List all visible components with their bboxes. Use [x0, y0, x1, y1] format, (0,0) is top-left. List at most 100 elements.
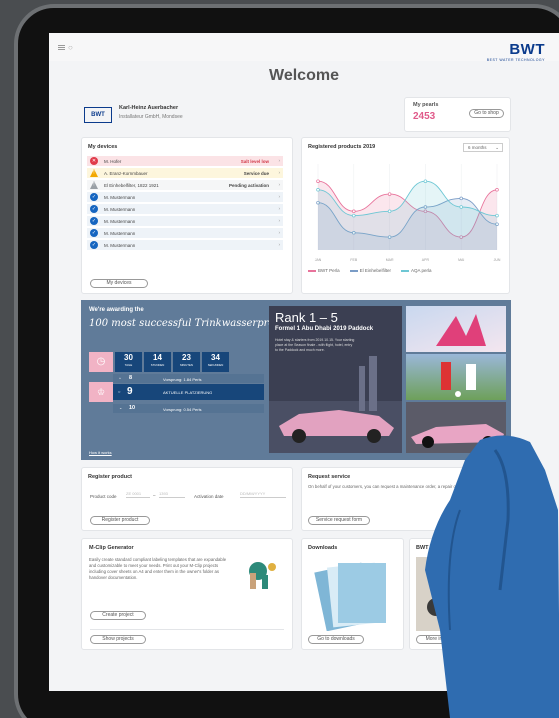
x-tick-label: APR	[422, 258, 430, 262]
registered-products-card: Registered products 2019 6 months ⌄ JAN F…	[301, 137, 510, 294]
banner-subtitle: We're awarding the	[89, 307, 144, 313]
user-name: Karl-Heinz Auerbacher	[119, 105, 179, 111]
service-request-button[interactable]: Service request form	[308, 516, 370, 525]
device-row[interactable]: ✓ M. Mustermann ›	[87, 204, 283, 214]
check-icon: ✓	[90, 217, 98, 225]
data-point[interactable]	[387, 209, 392, 214]
legend-label: BWT Perla	[318, 268, 340, 273]
chevron-right-icon: ›	[278, 242, 281, 247]
warning-icon: !	[90, 181, 98, 189]
data-point[interactable]	[352, 213, 356, 218]
user-icon[interactable]: ○	[68, 43, 73, 52]
go-to-downloads-button[interactable]: Go to downloads	[308, 635, 364, 644]
device-row[interactable]: ! El Einhebelfilter, 1822 1921 Pending act…	[87, 180, 283, 190]
go-to-shop-button[interactable]: Go to shop	[469, 109, 504, 118]
legend-label: AQA perla	[410, 268, 432, 273]
countdown-label: TAGE	[124, 363, 133, 367]
device-row[interactable]: ✓ M. Mustermann ›	[87, 240, 283, 250]
person-shirt-image	[425, 435, 559, 718]
rank-prize-panel: Rank 1 – 5 Formel 1 Abu Dhabi 2019 Paddo…	[269, 306, 402, 453]
legend-swatch	[349, 269, 358, 272]
device-row[interactable]: ! A. Eranz-Kornmbauer Service due ›	[87, 168, 283, 178]
legend-item: BWT Perla	[308, 268, 340, 273]
period-select[interactable]: 6 months ⌄	[463, 143, 503, 152]
chevron-right-icon: ›	[278, 218, 281, 223]
show-projects-button[interactable]: Show projects	[90, 635, 146, 644]
device-status: Pending activation	[228, 183, 269, 188]
pearls-label: My pearls	[413, 102, 439, 108]
service-title: Request service	[308, 474, 351, 480]
data-point[interactable]	[423, 179, 428, 183]
current-rank-row: ○ 9 AKTUELLE PLATZIERUNG	[113, 384, 264, 400]
how-it-works-link[interactable]: How it works	[89, 450, 112, 455]
check-icon: ✓	[90, 229, 98, 237]
mclip-card: M-Clip Generator Easily create standard …	[81, 538, 293, 650]
device-row[interactable]: ✕ M. Hofer Salt level low ›	[87, 156, 283, 166]
my-devices-button[interactable]: My devices	[90, 279, 148, 288]
legend-item: AQA perla	[400, 268, 432, 273]
x-tick-label: MAI	[458, 258, 464, 262]
register-product-card: Register product Product code ZE 0001 – …	[81, 467, 293, 531]
countdown-value: 23	[182, 353, 191, 362]
ski-photo	[406, 306, 506, 352]
data-point[interactable]	[316, 188, 320, 192]
chevron-right-icon: ›	[278, 158, 281, 163]
brochures-image	[314, 562, 386, 631]
rank-up-value: 8	[129, 375, 133, 381]
football-photo	[406, 354, 506, 400]
company-badge: BWT	[84, 107, 112, 123]
check-icon: ✓	[90, 205, 98, 213]
data-point[interactable]	[459, 196, 463, 201]
arrow-down-icon: ⌄	[119, 405, 123, 410]
countdown-unit: 14 STUNDEN	[144, 352, 171, 372]
x-icon: ✕	[90, 157, 98, 165]
mclip-text: Easily create standard compliant labelin…	[89, 557, 227, 580]
current-rank-value: 9	[127, 386, 133, 397]
x-tick-label: JAN	[315, 258, 322, 262]
device-name: M. Mustermann	[104, 219, 136, 224]
check-icon: ✓	[90, 241, 98, 249]
device-row[interactable]: ✓ M. Mustermann ›	[87, 192, 283, 202]
countdown-unit: 23 MINUTEN	[173, 352, 200, 372]
x-tick-label: JUN	[494, 258, 501, 262]
product-code-input-a[interactable]: ZE 0001	[126, 490, 150, 498]
rank-up-row: ^ 8 Vorsprung: 1.84 Perls	[113, 374, 264, 383]
rank-down-text: Vorsprung: 0.54 Perls	[163, 406, 202, 412]
x-tick-label: MAR	[386, 258, 394, 262]
current-rank-text: AKTUELLE PLATZIERUNG	[163, 390, 213, 395]
rank-down-value: 10	[129, 405, 136, 411]
pearls-value: 2453	[413, 111, 436, 122]
hamburger-menu-icon[interactable]	[58, 45, 65, 50]
device-status: Service due	[243, 171, 269, 176]
countdown-unit: 30 TAGE	[115, 352, 142, 372]
device-row[interactable]: ✓ M. Mustermann ›	[87, 216, 283, 226]
data-point[interactable]	[352, 209, 356, 214]
data-point[interactable]	[459, 205, 463, 209]
rank-down-row: ⌄ 10 Vorsprung: 0.54 Perls	[113, 404, 264, 413]
device-name: M. Mustermann	[104, 195, 136, 200]
device-status: Salt level low	[240, 159, 269, 164]
data-point[interactable]	[495, 188, 499, 192]
logo-text: BWT	[509, 41, 545, 58]
device-name: A. Eranz-Kornmbauer	[104, 171, 148, 176]
legend-swatch	[308, 269, 316, 272]
registered-chart: JAN FEB MAR APR MAI JUN	[315, 164, 501, 262]
downloads-card: Downloads Go to downloads	[301, 538, 404, 650]
activation-date-input[interactable]: DD/MM/YYYY	[240, 490, 286, 498]
product-code-input-b[interactable]: 1393	[159, 490, 185, 498]
data-point[interactable]	[316, 179, 320, 183]
race-car-image	[269, 356, 402, 453]
chart-legend: BWT Perla El Einhebelfilter AQA perla	[308, 268, 441, 273]
downloads-title: Downloads	[308, 545, 338, 551]
data-point[interactable]	[387, 192, 392, 196]
device-row[interactable]: ✓ M. Mustermann ›	[87, 228, 283, 238]
page-title: Welcome	[269, 67, 339, 84]
bwt-logo[interactable]: BWT BEST WATER TECHNOLOGY	[487, 41, 545, 62]
create-project-button[interactable]: Create project	[90, 611, 146, 620]
divider	[90, 629, 284, 630]
product-code-label: Product code	[90, 494, 117, 499]
register-title: Register product	[88, 474, 133, 480]
legend-swatch	[400, 269, 409, 272]
data-point[interactable]	[495, 213, 499, 218]
register-product-button[interactable]: Register product	[90, 516, 150, 525]
